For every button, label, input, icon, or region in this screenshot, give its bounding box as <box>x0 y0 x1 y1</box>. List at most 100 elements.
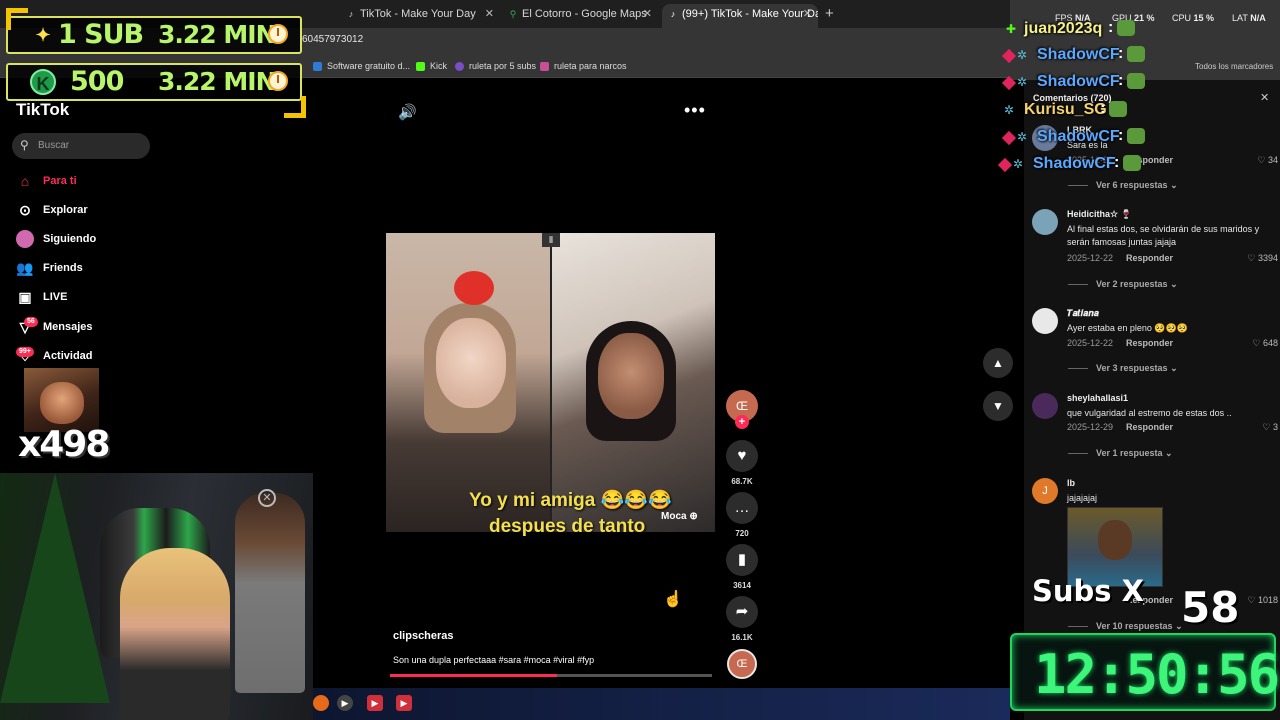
tiktok-icon: ♪ <box>670 9 676 19</box>
volume-icon[interactable]: 🔊 <box>398 103 417 121</box>
bookmark-software[interactable]: Software gratuito d... <box>313 61 410 71</box>
all-bookmarks-link[interactable]: Todos los marcadores <box>1195 62 1273 71</box>
search-input[interactable]: ⚲ Buscar <box>12 133 150 159</box>
bookmark-ruleta-subs[interactable]: ruleta por 5 subs <box>455 61 536 71</box>
reply-button[interactable]: Responder <box>1126 338 1173 348</box>
gif-face <box>1098 520 1132 560</box>
star-badge-icon: ✲ <box>1017 48 1028 62</box>
follow-plus-icon[interactable]: + <box>735 415 749 429</box>
new-tab-button[interactable]: + <box>825 5 834 22</box>
comment-date: 2025-12-29 <box>1067 422 1114 432</box>
subs-count: 58 <box>1181 583 1240 632</box>
view-replies-button[interactable]: Ver 3 respuestas ⌄ <box>1068 363 1178 374</box>
reply-button[interactable]: Responder <box>1126 253 1173 263</box>
bookmark-ruleta-narcos[interactable]: ruleta para narcos <box>540 61 627 71</box>
subs-label: Subs X <box>1032 574 1145 608</box>
arrow-decoration-icon <box>6 8 28 30</box>
comment-author[interactable]: sheylahallasi1 <box>1067 393 1128 403</box>
view-replies-button[interactable]: Ver 1 respuesta ⌄ <box>1068 448 1173 459</box>
view-replies-button[interactable]: Ver 2 respuestas ⌄ <box>1068 279 1178 290</box>
bookmark-icon[interactable]: ▮ <box>726 544 758 576</box>
comment-likes[interactable]: ♡ 648 <box>1252 338 1278 349</box>
plus-badge-icon: ✚ <box>1006 22 1017 36</box>
comment-count: 720 <box>735 529 749 538</box>
avatar[interactable] <box>1032 209 1058 235</box>
compass-icon: ⊙ <box>19 202 31 218</box>
view-replies-button[interactable]: Ver 6 respuestas ⌄ <box>1068 180 1178 191</box>
live-icon: ▣ <box>18 289 32 305</box>
bookmark-kick[interactable]: Kick <box>416 61 447 71</box>
tab-label: El Cotorro - Google Maps <box>522 8 647 20</box>
comment-icon[interactable]: … <box>726 492 758 524</box>
bookmark-icon <box>313 62 322 71</box>
avatar[interactable] <box>1032 308 1058 334</box>
more-options-icon[interactable]: ••• <box>684 100 706 121</box>
close-icon[interactable]: ✕ <box>643 4 652 24</box>
comment-likes[interactable]: ♡ 3394 <box>1247 253 1278 264</box>
chat-emote: : <box>1118 72 1146 94</box>
face-emote-icon <box>1117 19 1136 36</box>
comment-text: jajajajaj <box>1067 493 1098 503</box>
comment-date: 2025-12-22 <box>1067 338 1114 348</box>
split-view-icon: ⫴ <box>542 233 560 247</box>
comment-item: 𝑻𝒂𝒕𝒊𝒂𝒏𝒂 Ayer estaba en pleno 🥺🥺🥺 2025-12… <box>1032 308 1278 353</box>
frog-emote-icon <box>1127 127 1146 144</box>
frog-emote-icon <box>1127 72 1146 89</box>
guest <box>235 493 305 693</box>
music-disc-icon[interactable]: Œ <box>727 649 757 679</box>
close-icon[interactable]: ✕ <box>803 4 812 24</box>
chat-username: Kurisu_SG <box>1024 101 1107 118</box>
arrow-decoration-icon <box>284 96 306 118</box>
share-count: 16.1K <box>731 633 753 642</box>
view-replies-button[interactable]: Ver 10 respuestas ⌄ <box>1068 621 1183 632</box>
tiktok-logo[interactable]: TikTok <box>16 100 69 120</box>
comment-item: Heidicitha☆ 🍷 Al final estas dos, se olv… <box>1032 209 1278 269</box>
app-icon[interactable]: ▶ <box>367 695 383 711</box>
frog-emote-icon <box>1123 154 1142 171</box>
tab-tiktok-active[interactable]: ♪ (99+) TikTok - Make Your Da ✕ <box>662 4 818 28</box>
previous-video-button[interactable]: ▲ <box>983 348 1013 378</box>
next-video-button[interactable]: ▼ <box>983 391 1013 421</box>
comment-action[interactable]: … 720 <box>726 492 758 538</box>
bookmark-icon <box>455 62 464 71</box>
tiktok-icon: ♪ <box>348 9 354 19</box>
like-count: 68.7K <box>731 477 753 486</box>
reply-button[interactable]: Responder <box>1126 422 1173 432</box>
star-badge-icon: ✲ <box>1017 75 1028 89</box>
app-icon[interactable]: ▶ <box>396 695 412 711</box>
comment-author[interactable]: Heidicitha☆ 🍷 <box>1067 209 1132 220</box>
video-author[interactable]: clipscheras <box>393 630 454 642</box>
comment-author[interactable]: lb <box>1067 478 1075 488</box>
webcam-feed <box>0 473 313 720</box>
like-action[interactable]: ♥ 68.7K <box>726 440 758 486</box>
close-icon[interactable]: ✕ <box>485 4 494 24</box>
heart-icon[interactable]: ♥ <box>726 440 758 472</box>
screen: ♪ TikTok - Make Your Day ✕ ⚲ El Cotorro … <box>0 0 1280 720</box>
close-icon[interactable]: ✕ <box>258 489 276 507</box>
share-action[interactable]: ➦ 16.1K <box>726 596 758 642</box>
video-description: Son una dupla perfectaaa #sara #moca #vi… <box>393 655 595 665</box>
app-icon[interactable] <box>313 695 329 711</box>
comment-likes[interactable]: ♡ 3 <box>1262 422 1278 433</box>
avatar[interactable] <box>1032 393 1058 419</box>
kick-goal-label: 500 <box>70 66 124 97</box>
comment-likes[interactable]: ♡ 34 <box>1257 155 1278 166</box>
star-badge-icon: ✲ <box>1013 157 1024 171</box>
media-player-icon[interactable]: ▶ <box>337 695 353 711</box>
tab-maps[interactable]: ⚲ El Cotorro - Google Maps ✕ <box>502 4 658 28</box>
comment-author[interactable]: 𝑻𝒂𝒕𝒊𝒂𝒏𝒂 <box>1067 308 1099 319</box>
avatar[interactable]: J <box>1032 478 1058 504</box>
save-action[interactable]: ▮ 3614 <box>726 544 758 590</box>
tab-tiktok[interactable]: ♪ TikTok - Make Your Day ✕ <box>340 4 500 28</box>
sparkle-icon: ✦ <box>35 25 51 45</box>
comment-likes[interactable]: ♡ 1018 <box>1247 595 1278 606</box>
sub-goal-time: 3.22 MIN <box>158 20 276 49</box>
friends-icon: 👥 <box>16 260 34 276</box>
share-icon[interactable]: ➦ <box>726 596 758 628</box>
video-progress-bar[interactable] <box>390 674 712 677</box>
person-face <box>436 318 506 408</box>
comment-text: que vulgaridad al estremo de estas dos .… <box>1067 408 1232 418</box>
close-icon[interactable]: ✕ <box>1260 91 1269 104</box>
caption-line-1: Yo y mi amiga 😂😂😂 <box>469 490 672 511</box>
messages-badge: 56 <box>24 317 38 327</box>
